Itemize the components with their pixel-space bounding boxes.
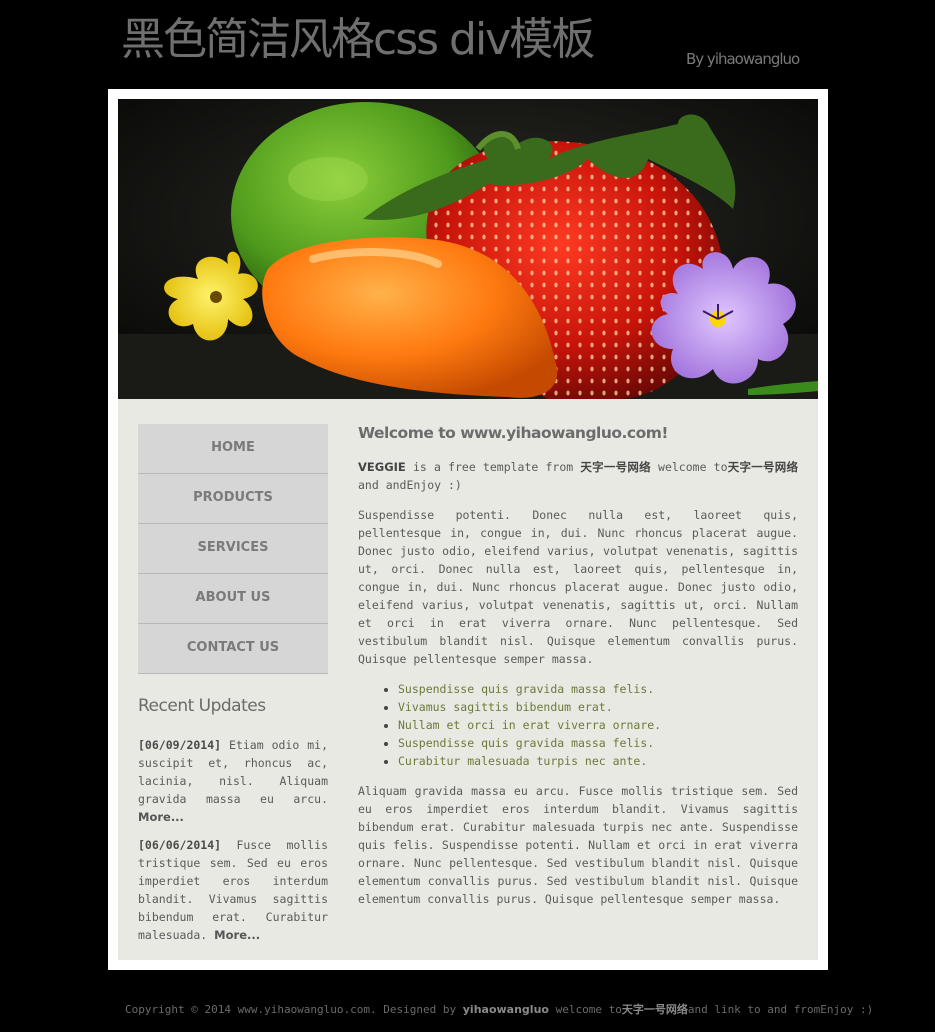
- site-byline: By yihaowangluo: [686, 50, 800, 68]
- brand-name: 天字一号网络: [580, 460, 651, 474]
- body-paragraph: Aliquam gravida massa eu arcu. Fusce mol…: [358, 784, 798, 906]
- list-item: Suspendisse quis gravida massa felis.: [398, 680, 798, 698]
- nav-item-products[interactable]: PRODUCTS: [138, 474, 328, 524]
- main-content: Welcome to www.yihaowangluo.com! VEGGIE …: [358, 424, 798, 908]
- banner-photo-illustration: [118, 99, 818, 399]
- update-text: Fusce mollis tristique sem. Sed eu eros …: [138, 838, 328, 942]
- footer-brand-link[interactable]: 天字一号网络: [622, 1003, 688, 1016]
- list-item: Vivamus sagittis bibendum erat.: [398, 698, 798, 716]
- list-item: Suspendisse quis gravida massa felis.: [398, 734, 798, 752]
- banner-image: [118, 99, 818, 399]
- list-item: Nullam et orci in erat viverra ornare.: [398, 716, 798, 734]
- brand-name: 天字一号网络: [727, 460, 799, 474]
- footer-designer-link[interactable]: yihaowangluo: [463, 1003, 549, 1016]
- content-frame: HOME PRODUCTS SERVICES ABOUT US CONTACT …: [108, 89, 828, 970]
- more-link[interactable]: More...: [214, 928, 260, 942]
- veggie-label: VEGGIE: [358, 460, 406, 474]
- nav-item-contact-us[interactable]: CONTACT US: [138, 624, 328, 674]
- update-item: [06/09/2014] Etiam odio mi, suscipit et,…: [138, 736, 328, 826]
- footer-text: and link to and fromEnjoy :): [687, 1003, 874, 1016]
- footer-copyright: Copyright © 2014 www.yihaowangluo.com. D…: [125, 1003, 463, 1016]
- footer: Copyright © 2014 www.yihaowangluo.com. D…: [125, 1001, 873, 1017]
- nav-item-home[interactable]: HOME: [138, 424, 328, 474]
- nav-item-about-us[interactable]: ABOUT US: [138, 574, 328, 624]
- site-title: 黑色简洁风格css div模板: [121, 14, 595, 65]
- recent-updates-heading: Recent Updates: [138, 696, 266, 716]
- intro-text: welcome to: [650, 460, 728, 474]
- intro-paragraph: VEGGIE is a free template from 天字一号网络 we…: [358, 458, 798, 494]
- content-area: HOME PRODUCTS SERVICES ABOUT US CONTACT …: [118, 99, 818, 960]
- nav-item-services[interactable]: SERVICES: [138, 524, 328, 574]
- body-paragraph: Suspendisse potenti. Donec nulla est, la…: [358, 508, 798, 666]
- more-link[interactable]: More...: [138, 810, 184, 824]
- intro-text: is a free template from: [405, 460, 581, 474]
- update-date: [06/09/2014]: [138, 738, 222, 752]
- list-item: Curabitur malesuada turpis nec ante.: [398, 752, 798, 770]
- sidebar: HOME PRODUCTS SERVICES ABOUT US CONTACT …: [138, 424, 328, 944]
- feature-list: Suspendisse quis gravida massa felis. Vi…: [358, 680, 798, 770]
- update-item: [06/06/2014] Fusce mollis tristique sem.…: [138, 836, 328, 944]
- footer-text: welcome to: [548, 1003, 622, 1016]
- welcome-heading: Welcome to www.yihaowangluo.com!: [358, 424, 668, 442]
- update-date: [06/06/2014]: [138, 838, 222, 852]
- intro-text: and andEnjoy :): [358, 478, 462, 492]
